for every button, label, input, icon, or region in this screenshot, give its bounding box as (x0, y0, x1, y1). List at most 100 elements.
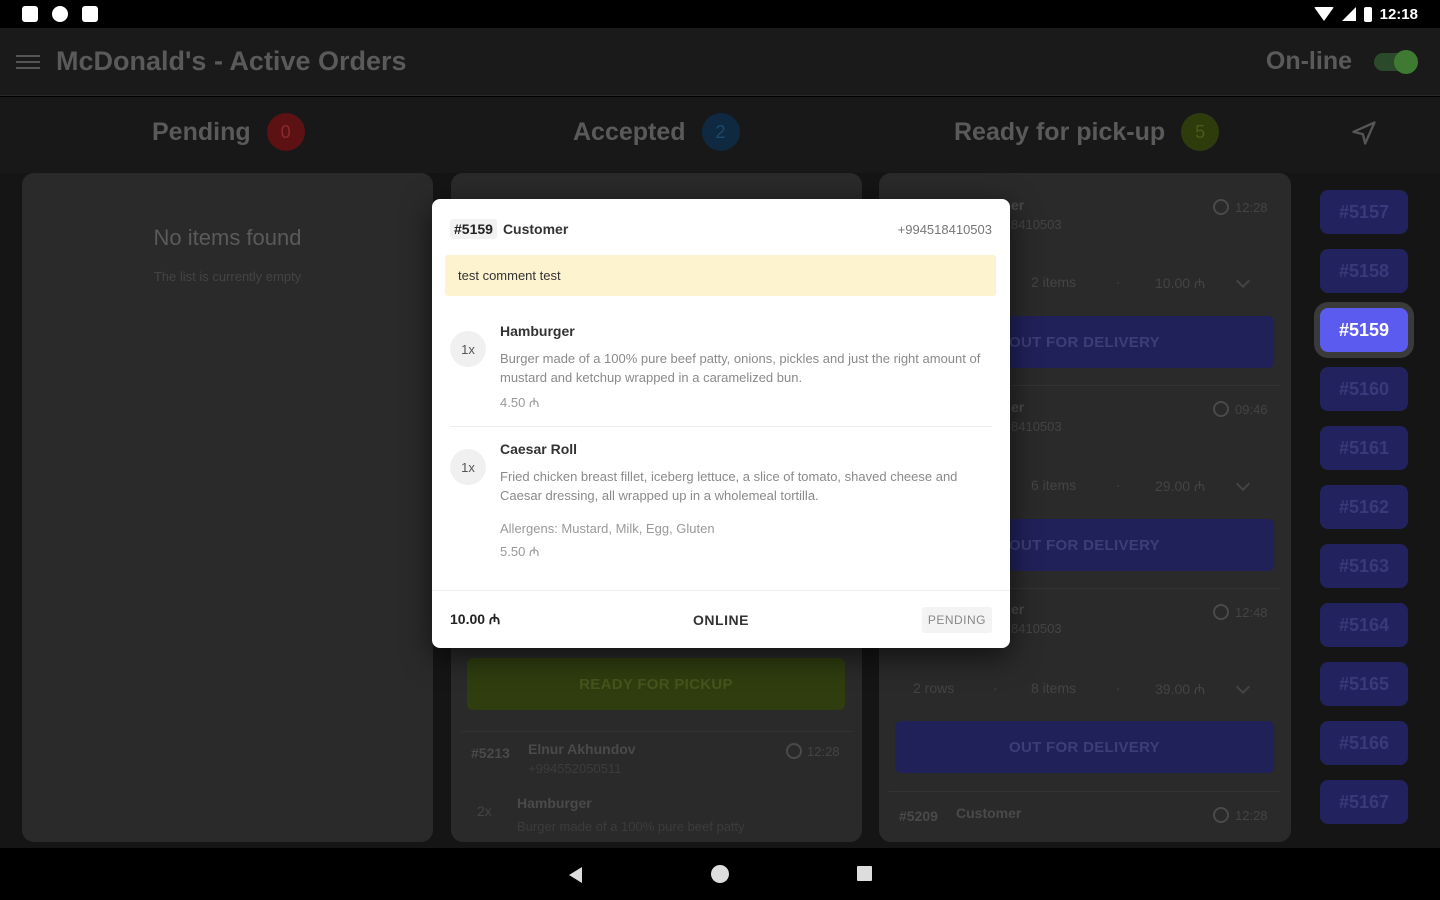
item-divider (450, 426, 992, 427)
item-qty: 2x (477, 803, 492, 819)
tab-ready-label: Ready for pick-up (954, 117, 1166, 146)
empty-state-subtitle: The list is currently empty (153, 269, 302, 284)
order-time: 12:28 (807, 744, 840, 759)
send-icon[interactable] (1350, 119, 1378, 147)
dialog-footer: 10.00 ₼ ONLINE PENDING (432, 590, 1010, 648)
pending-count-badge: 0 (266, 113, 305, 151)
order-total: 39.00 ₼ (1155, 681, 1206, 697)
status-time: 12:18 (1379, 5, 1418, 23)
order-chip-active[interactable]: #5159 (1320, 308, 1408, 352)
online-toggle[interactable] (1374, 49, 1418, 74)
order-total: 10.00 ₼ (1155, 275, 1206, 291)
item-name: Hamburger (500, 323, 575, 339)
order-comment: test comment test (445, 255, 996, 296)
clock-icon (1213, 807, 1229, 823)
item-price: 5.50 ₼ (500, 544, 540, 559)
recents-icon[interactable] (857, 866, 872, 881)
order-chip[interactable]: #5163 (1320, 544, 1408, 588)
order-total: 29.00 ₼ (1155, 478, 1206, 494)
clock-icon (1213, 401, 1229, 417)
customer-phone: 8410503 (1011, 621, 1062, 636)
item-name: Hamburger (517, 795, 592, 811)
tab-accepted[interactable]: Accepted 2 (573, 113, 740, 151)
order-chip[interactable]: #5166 (1320, 721, 1408, 765)
customer-name: Elnur Akhundov (528, 741, 636, 757)
page-title: McDonald's - Active Orders (56, 46, 407, 76)
chevron-down-icon[interactable] (1235, 679, 1251, 695)
wifi-icon (1313, 7, 1334, 21)
order-chip[interactable]: #5164 (1320, 603, 1408, 647)
app-bar: McDonald's - Active Orders On-line (0, 28, 1440, 96)
order-time: 12:28 (1235, 808, 1268, 823)
ready-count-badge: 5 (1181, 113, 1220, 151)
customer-name: er (1011, 601, 1025, 617)
order-chip[interactable]: #5167 (1320, 780, 1408, 824)
customer-name: er (1011, 197, 1025, 213)
item-qty: 1x (450, 331, 486, 367)
separator: · (1116, 680, 1121, 696)
chevron-down-icon[interactable] (1235, 476, 1251, 492)
order-detail-dialog: #5159 Customer +994518410503 test commen… (432, 199, 1010, 648)
item-description: Fried chicken breast fillet, iceberg let… (500, 469, 958, 503)
tab-pending[interactable]: Pending 0 (152, 113, 305, 151)
tab-accepted-label: Accepted (573, 117, 686, 146)
home-icon[interactable] (711, 865, 729, 883)
separator: · (1116, 477, 1121, 493)
items-count: 8 items (1031, 680, 1077, 696)
clock-icon (1213, 199, 1229, 215)
status-bar: 12:18 (0, 0, 1440, 28)
customer-name: Customer (502, 221, 569, 237)
item-price: 4.50 ₼ (500, 395, 540, 410)
sd-card-icon (82, 6, 98, 22)
clock-icon (1213, 604, 1229, 620)
sync-icon (52, 6, 68, 22)
order-chip[interactable]: #5165 (1320, 662, 1408, 706)
dialog-header: #5159 Customer +994518410503 (450, 217, 992, 241)
order-number: #5213 (471, 745, 510, 761)
clock-icon (786, 743, 802, 759)
items-count: 2 items (1031, 274, 1077, 290)
order-time: 09:46 (1235, 402, 1268, 417)
customer-phone: 8410503 (1011, 217, 1062, 232)
customer-name: er (1011, 399, 1025, 415)
notification-icon (22, 6, 38, 22)
order-number-sidebar: #5157 #5158 #5159 #5160 #5161 #5162 #516… (1303, 173, 1440, 848)
order-chip[interactable]: #5161 (1320, 426, 1408, 470)
system-nav-bar (0, 848, 1440, 900)
order-number: #5159 (450, 219, 497, 239)
separator: · (1116, 274, 1121, 290)
out-for-delivery-button[interactable]: OUT FOR DELIVERY (895, 721, 1274, 773)
customer-name: Customer (956, 805, 1022, 821)
signal-icon (1341, 7, 1356, 21)
status-badge: PENDING (921, 606, 992, 633)
order-item: 1x Caesar Roll Fried chicken breast fill… (450, 441, 992, 571)
online-label: On-line (1265, 47, 1352, 75)
item-name: Caesar Roll (500, 441, 578, 457)
chevron-down-icon[interactable] (1235, 273, 1251, 289)
pending-column: No items found The list is currently emp… (22, 173, 433, 842)
order-time: 12:48 (1235, 605, 1268, 620)
order-chip[interactable]: #5158 (1320, 249, 1408, 293)
separator: · (993, 680, 998, 696)
order-chip[interactable]: #5162 (1320, 485, 1408, 529)
battery-icon (1363, 6, 1372, 22)
item-allergens: Allergens: Mustard, Milk, Egg, Gluten (500, 521, 715, 536)
rows-count: 2 rows (913, 680, 955, 696)
item-description: Burger made of a 100% pure beef patty, o… (500, 351, 981, 385)
status-tabs: Pending 0 Accepted 2 Ready for pick-up 5 (0, 97, 1440, 173)
ready-for-pickup-button[interactable]: READY FOR PICKUP (467, 658, 845, 710)
order-chip[interactable]: #5160 (1320, 367, 1408, 411)
customer-phone: +994518410503 (897, 221, 992, 237)
order-chip[interactable]: #5157 (1320, 190, 1408, 234)
item-description: Burger made of a 100% pure beef patty (517, 819, 745, 834)
order-number: #5209 (899, 808, 938, 824)
tab-pending-label: Pending (152, 117, 251, 146)
order-time: 12:28 (1235, 200, 1268, 215)
order-item: 1x Hamburger Burger made of a 100% pure … (450, 323, 992, 413)
menu-icon[interactable] (16, 54, 40, 69)
empty-state-title: No items found (153, 225, 302, 250)
customer-phone: 8410503 (1011, 419, 1062, 434)
customer-phone: +994552050511 (528, 761, 622, 776)
tab-ready[interactable]: Ready for pick-up 5 (954, 113, 1220, 151)
back-icon[interactable] (569, 867, 582, 883)
